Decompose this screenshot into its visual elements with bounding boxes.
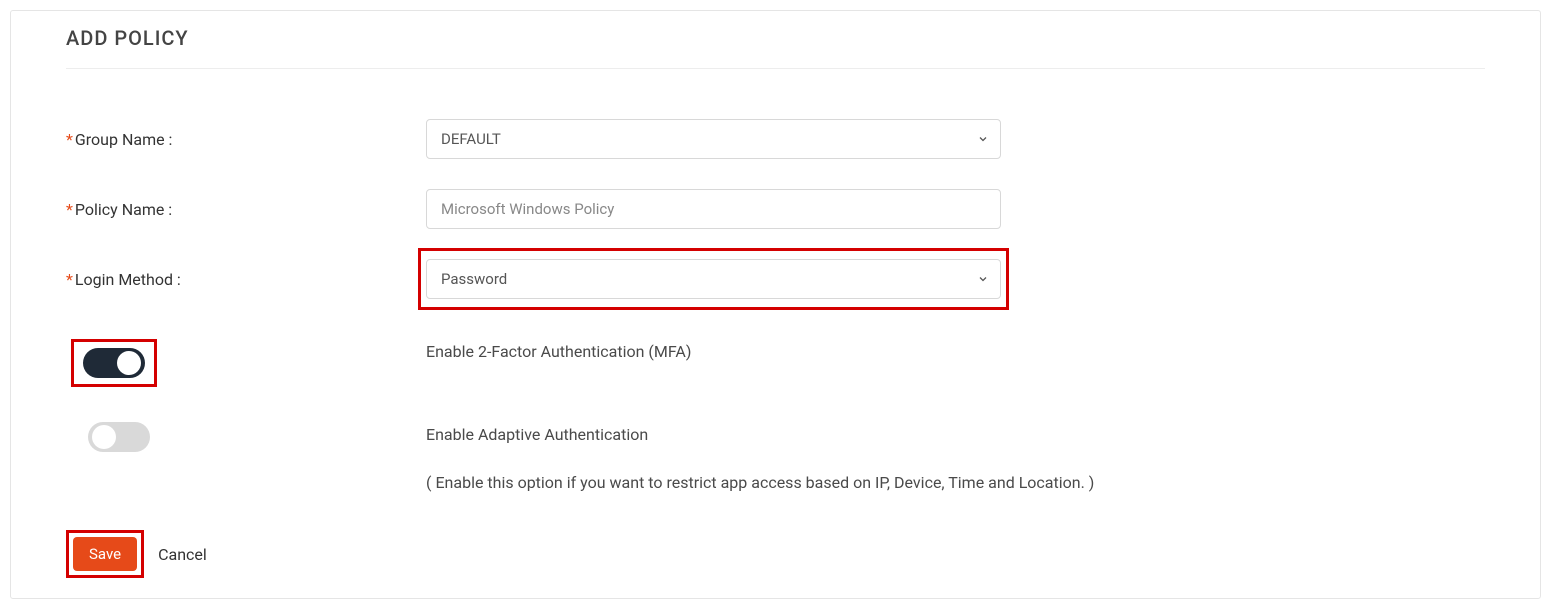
label-group-name: * Group Name : [66, 130, 426, 149]
label-login-method: * Login Method : [66, 270, 426, 289]
mfa-toggle-highlight [71, 339, 157, 387]
row-policy-name: * Policy Name : [66, 189, 1485, 229]
group-name-select[interactable]: DEFAULT [426, 119, 1001, 159]
toggle-knob [92, 425, 116, 449]
row-mfa-toggle: Enable 2-Factor Authentication (MFA) [66, 339, 1485, 387]
required-mark: * [66, 270, 73, 289]
page-title: ADD POLICY [66, 26, 1485, 69]
login-method-label-text: Login Method : [75, 270, 181, 289]
required-mark: * [66, 200, 73, 219]
actions-row: Save Cancel [66, 530, 1485, 578]
save-button[interactable]: Save [73, 537, 137, 571]
row-group-name: * Group Name : DEFAULT [66, 119, 1485, 159]
toggle-knob [117, 351, 141, 375]
row-login-method: * Login Method : Password [66, 259, 1485, 299]
group-name-label-text: Group Name : [75, 130, 173, 149]
login-method-select[interactable]: Password [426, 259, 1001, 299]
label-policy-name: * Policy Name : [66, 200, 426, 219]
add-policy-panel: ADD POLICY * Group Name : DEFAULT * Poli… [10, 10, 1541, 599]
adaptive-toggle-label: Enable Adaptive Authentication [426, 422, 1485, 448]
mfa-toggle[interactable] [83, 348, 145, 378]
policy-name-input[interactable] [426, 189, 1001, 229]
adaptive-toggle[interactable] [88, 422, 150, 452]
cancel-button[interactable]: Cancel [158, 545, 207, 564]
policy-name-label-text: Policy Name : [75, 200, 172, 219]
login-method-highlight: Password [418, 248, 1009, 310]
adaptive-helper-text: ( Enable this option if you want to rest… [426, 470, 1485, 496]
save-button-highlight: Save [66, 530, 144, 578]
row-adaptive-toggle: Enable Adaptive Authentication ( Enable … [66, 422, 1485, 495]
mfa-toggle-label: Enable 2-Factor Authentication (MFA) [426, 339, 1485, 365]
required-mark: * [66, 130, 73, 149]
